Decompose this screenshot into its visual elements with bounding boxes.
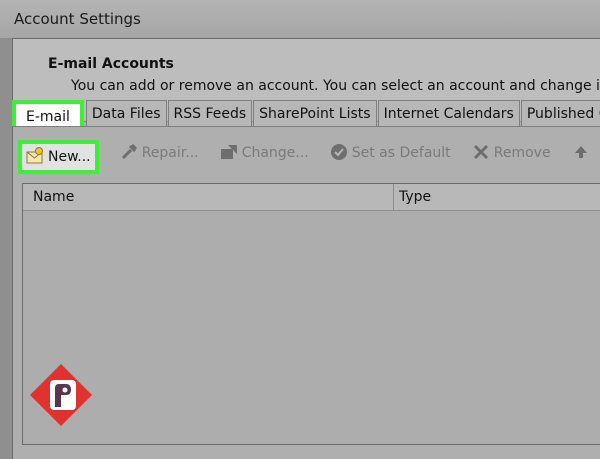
tab-divider bbox=[12, 126, 600, 127]
remove-x-icon bbox=[473, 144, 488, 160]
tab-sharepoint-lists[interactable]: SharePoint Lists bbox=[253, 100, 377, 126]
column-header-type[interactable]: Type bbox=[399, 184, 431, 210]
new-account-button[interactable]: New... bbox=[18, 140, 99, 174]
header-title: E-mail Accounts bbox=[48, 56, 174, 72]
title-bar: Account Settings bbox=[0, 0, 600, 38]
change-label: Change... bbox=[241, 145, 309, 161]
list-header: Name Type bbox=[23, 184, 600, 211]
set-default-button[interactable]: Set as Default bbox=[328, 140, 453, 166]
header-description: You can add or remove an account. You ca… bbox=[71, 78, 600, 94]
tab-published-calendars[interactable]: Published C bbox=[520, 100, 600, 126]
change-icon bbox=[220, 145, 237, 159]
repair-label: Repair... bbox=[141, 145, 199, 161]
set-default-label: Set as Default bbox=[351, 145, 451, 161]
checkmark-icon bbox=[330, 144, 347, 160]
remove-label: Remove bbox=[493, 145, 551, 161]
move-up-button[interactable] bbox=[570, 140, 596, 166]
new-email-icon bbox=[26, 147, 43, 164]
column-separator[interactable] bbox=[393, 184, 394, 210]
change-button[interactable]: Change... bbox=[218, 140, 311, 166]
wrench-icon bbox=[121, 143, 137, 160]
watermark-logo bbox=[30, 364, 92, 426]
window-title: Account Settings bbox=[14, 10, 141, 28]
tab-internet-calendars[interactable]: Internet Calendars bbox=[377, 100, 520, 126]
accounts-list[interactable]: Name Type bbox=[22, 183, 600, 445]
column-header-name[interactable]: Name bbox=[33, 184, 74, 210]
remove-button[interactable]: Remove bbox=[470, 140, 553, 166]
tab-strip: E-mail Data Files RSS Feeds SharePoint List… bbox=[12, 100, 600, 126]
tab-rss-feeds[interactable]: RSS Feeds bbox=[167, 100, 253, 126]
tab-data-files[interactable]: Data Files bbox=[85, 100, 167, 126]
new-account-label: New... bbox=[48, 149, 91, 165]
tab-email[interactable]: E-mail bbox=[12, 100, 84, 126]
repair-button[interactable]: Repair... bbox=[118, 140, 201, 166]
arrow-up-icon bbox=[574, 146, 587, 158]
toolbar: New... Repair... Change... Set as Defaul… bbox=[18, 140, 600, 174]
